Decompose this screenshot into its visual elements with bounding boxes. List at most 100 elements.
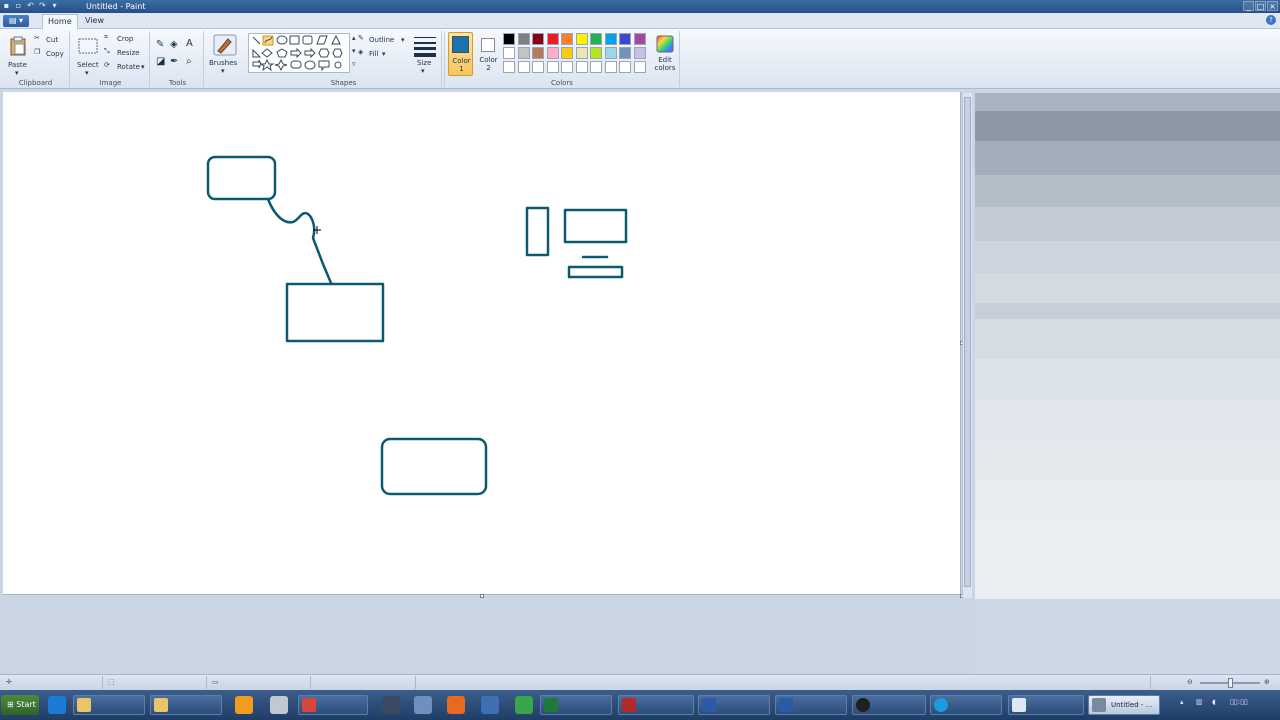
taskbar-task-word-1[interactable] [698,695,770,715]
palette-swatch[interactable] [575,47,588,59]
taskbar-task-skype[interactable] [930,695,1002,715]
palette-swatch[interactable] [604,47,617,59]
taskbar-task-word-2[interactable] [775,695,847,715]
minimize-button[interactable]: _ [1243,1,1254,11]
calculator-icon[interactable] [481,696,499,714]
paint-app-icon[interactable]: ▪ [2,1,11,10]
maximize-button[interactable]: □ [1255,1,1266,11]
paste-button[interactable]: Paste ▾ [6,34,30,77]
fill-bucket-icon[interactable]: ◈ [170,39,178,50]
redo-icon[interactable]: ↷ [38,1,47,10]
palette-swatch-empty[interactable] [517,61,530,73]
palette-swatch-empty[interactable] [532,61,544,73]
edit-colors-button[interactable]: Edit colors [651,32,679,76]
palette-swatch[interactable] [517,47,530,59]
palette-swatch-empty[interactable] [590,61,602,73]
resize-button[interactable]: ⤡ Resize [104,47,146,59]
palette-swatch[interactable] [633,33,646,45]
volume-tray-icon[interactable]: ◖ [1212,698,1216,706]
outline-button[interactable]: ✎ Outline ▾ [358,34,414,46]
taskbar-task-chrome[interactable] [298,695,368,715]
magnifier-icon[interactable]: ⌕ [186,56,192,67]
palette-swatch[interactable] [561,47,573,59]
help-icon[interactable]: ? [1266,15,1276,25]
palette-swatch-empty[interactable] [546,61,559,73]
palette-swatch[interactable] [604,33,617,45]
media-player-icon[interactable] [235,696,253,714]
taskbar-task-paint[interactable]: Untitled - ... [1088,695,1160,715]
palette-swatch[interactable] [633,47,646,59]
taskbar-task-obs[interactable] [852,695,926,715]
palette-swatch[interactable] [590,47,602,59]
palette-swatch-empty[interactable] [604,61,617,73]
palette-swatch[interactable] [561,33,573,45]
customize-qat-icon[interactable]: ▾ [50,1,59,10]
save-icon[interactable]: ▫ [14,1,23,10]
pencil-icon[interactable]: ✎ [156,39,164,50]
vertical-scrollbar[interactable] [962,93,972,598]
taskbar-task-explorer-2[interactable] [150,695,222,715]
color2-button[interactable]: Color 2 [476,32,501,76]
start-button[interactable]: ⊞ Start [1,695,39,715]
tool-icon[interactable] [270,696,288,714]
palette-swatch[interactable] [590,33,602,45]
sync-icon[interactable] [515,696,533,714]
palette-swatch[interactable] [619,47,631,59]
network-icon[interactable] [414,696,432,714]
palette-swatch[interactable] [503,33,515,45]
palette-swatch-empty[interactable] [561,61,573,73]
internet-explorer-icon[interactable] [48,696,66,714]
zoom-out-icon[interactable]: ⊖ [1187,677,1193,688]
rotate-button[interactable]: ⟳ Rotate ▾ [104,61,148,73]
scrollbar-thumb[interactable] [964,97,971,587]
brushes-button[interactable]: Brushes ▾ [206,32,244,78]
crop-button[interactable]: ⌗ Crop [104,33,146,45]
pen-tool-icon[interactable] [382,696,400,714]
palette-swatch[interactable] [575,33,588,45]
taskbar-task-excel[interactable] [540,695,612,715]
network-tray-icon[interactable]: ▥ [1196,698,1203,706]
zoom-in-icon[interactable]: ⊕ [1264,677,1270,688]
size-button[interactable]: Size ▾ [408,32,442,78]
palette-swatch[interactable] [546,33,559,45]
computer-keyboard [567,265,624,279]
select-label: Select [77,61,99,69]
palette-swatch[interactable] [532,33,544,45]
fill-button[interactable]: ◈ Fill ▾ [358,48,408,60]
resize-handle-bottom[interactable] [480,594,484,598]
palette-swatch[interactable] [546,47,559,59]
scroll-down-icon[interactable]: ▾ [352,47,356,55]
color-picker-icon[interactable]: ✒ [170,56,178,67]
expand-gallery-icon[interactable]: ▿ [352,60,356,68]
palette-swatch[interactable] [532,47,544,59]
eraser-icon[interactable]: ◪ [156,56,165,67]
color1-button[interactable]: Color 1 [448,32,473,76]
zoom-slider[interactable] [1200,678,1260,688]
undo-icon[interactable]: ↶ [26,1,35,10]
shapes-gallery[interactable] [248,33,350,73]
palette-swatch[interactable] [619,33,631,45]
palette-swatch[interactable] [503,47,515,59]
tab-home[interactable]: Home [42,14,78,29]
zoom-slider-knob[interactable] [1228,678,1233,688]
tray-arrow-icon[interactable]: ▴ [1180,698,1184,706]
paint-menu-button[interactable]: ▤ ▾ [3,15,29,27]
taskbar-task-explorer-1[interactable] [73,695,145,715]
text-icon[interactable]: A [186,38,193,49]
close-button[interactable]: × [1267,1,1278,11]
tab-view[interactable]: View [80,14,109,29]
palette-swatch[interactable] [517,33,530,45]
cut-button[interactable]: ✂ Cut [34,34,68,46]
select-button[interactable]: Select ▾ [75,34,101,77]
drawing-canvas[interactable] [3,92,961,595]
palette-swatch-empty[interactable] [503,61,515,73]
clock[interactable]: ▯▯:▯▯ [1230,698,1248,706]
palette-swatch-empty[interactable] [619,61,631,73]
taskbar-task-paint-helper[interactable] [1008,695,1084,715]
copy-button[interactable]: ❐ Copy [34,48,68,60]
palette-swatch-empty[interactable] [633,61,646,73]
taskbar-task-app[interactable] [618,695,694,715]
firefox-icon[interactable] [447,696,465,714]
scroll-up-icon[interactable]: ▴ [352,34,356,42]
palette-swatch-empty[interactable] [575,61,588,73]
